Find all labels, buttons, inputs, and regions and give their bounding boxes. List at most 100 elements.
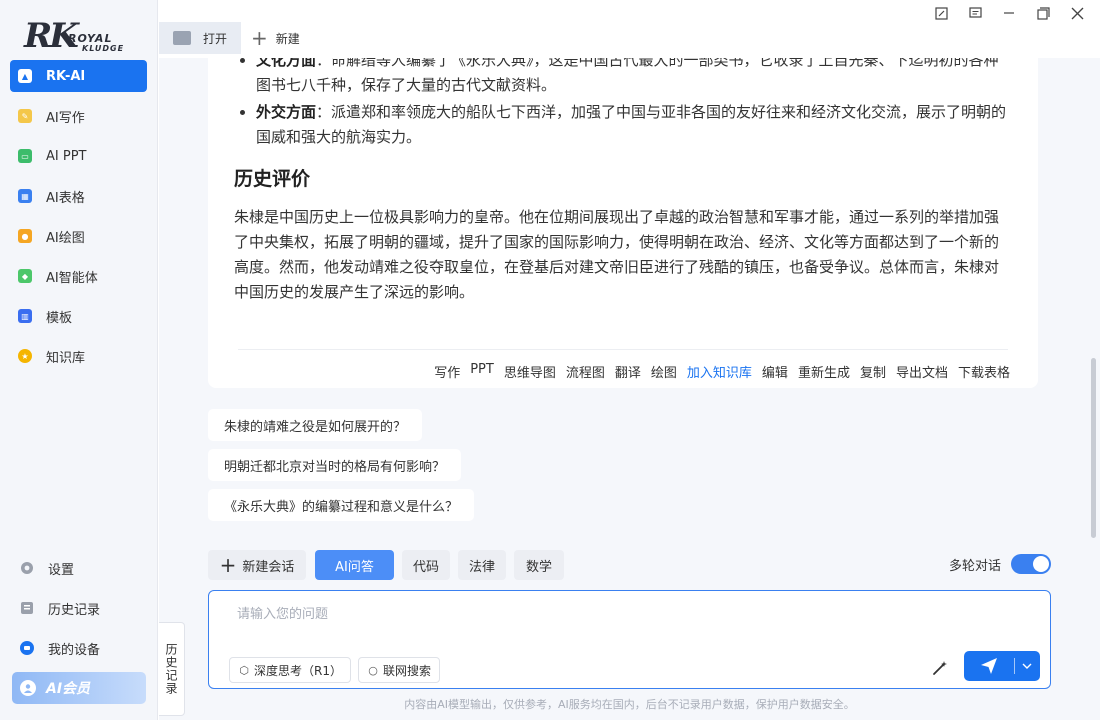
answer-card: 文化方面：命解缙等人编纂了《永乐大典》，这是中国古代最大的一部类书，它收录了上自… — [208, 58, 1038, 388]
sidebar-item-knowledge[interactable]: ★ 知识库 — [10, 340, 147, 372]
sidebar-item-template[interactable]: ▥ 模板 — [10, 300, 147, 332]
history-icon — [18, 599, 36, 617]
answer-actions: 写作 PPT 思维导图 流程图 翻译 绘图 加入知识库 编辑 重新生成 复制 导… — [424, 362, 1010, 381]
new-chat-button[interactable]: + 新建会话 — [208, 550, 306, 580]
mode-ai-qa-tab[interactable]: AI问答 — [315, 550, 394, 580]
action-ppt-button[interactable]: PPT — [470, 362, 494, 381]
sidebar-item-rk-ai[interactable]: ▲ RK-AI — [10, 60, 147, 92]
action-add-knowledge-button[interactable]: 加入知识库 — [687, 362, 752, 381]
question-input[interactable] — [237, 603, 917, 633]
table-icon: ▦ — [18, 189, 32, 203]
magic-wand-icon[interactable] — [929, 657, 951, 679]
mode-math-tab[interactable]: 数学 — [514, 550, 564, 580]
new-tab-button[interactable]: + 新建 — [251, 22, 300, 54]
sidebar-item-history[interactable]: 历史记录 — [10, 592, 147, 624]
action-copy-button[interactable]: 复制 — [860, 362, 886, 381]
agent-icon: ◆ — [18, 269, 32, 283]
answer-bullet-list: 文化方面：命解缙等人编纂了《永乐大典》，这是中国古代最大的一部类书，它收录了上自… — [234, 58, 1008, 150]
plus-icon: + — [251, 26, 268, 50]
search-icon: ○ — [368, 663, 378, 677]
main-content: 文化方面：命解缙等人编纂了《永乐大典》，这是中国古代最大的一部类书，它收录了上自… — [159, 58, 1100, 720]
section-title: 历史评价 — [234, 168, 311, 190]
sidebar-item-ai-write[interactable]: ✎ AI写作 — [10, 100, 147, 132]
history-side-tab[interactable]: 历史记录 — [159, 622, 185, 716]
sidebar-item-ai-paint[interactable]: ● AI绘图 — [10, 220, 147, 252]
paint-icon: ● — [18, 229, 32, 243]
sidebar-bottom-nav: 设置 历史记录 我的设备 — [10, 552, 147, 672]
sidebar-item-label: 我的设备 — [48, 642, 101, 658]
topbar: 打开 + 新建 — [159, 0, 1100, 58]
action-draw-button[interactable]: 绘图 — [651, 362, 677, 381]
gear-icon — [18, 559, 36, 577]
new-tab-label: 新建 — [275, 31, 300, 46]
send-button[interactable] — [964, 651, 1040, 681]
open-tab[interactable]: 打开 — [159, 22, 241, 54]
action-mindmap-button[interactable]: 思维导图 — [504, 362, 556, 381]
answer-divider — [238, 349, 1008, 350]
answer-paragraph: 朱棣是中国历史上一位极具影响力的皇帝。他在位期间展现出了卓越的政治智慧和军事才能… — [234, 208, 1000, 301]
royal-kludge-logo: RK ROYAL KLUDGE — [22, 14, 132, 58]
list-item: 外交方面：派遣郑和率领庞大的船队七下西洋，加强了中国与亚非各国的友好往来和经济文… — [256, 100, 1008, 150]
restore-icon[interactable] — [1026, 4, 1060, 22]
bullet-text: ：命解缙等人编纂了《永乐大典》，这是中国古代最大的一部类书，它收录了上自先秦、下… — [256, 58, 999, 94]
sidebar: RK ROYAL KLUDGE ▲ RK-AI ✎ AI写作 ▭ AI PPT … — [0, 0, 158, 720]
mode-law-tab[interactable]: 法律 — [458, 550, 506, 580]
mode-code-tab[interactable]: 代码 — [402, 550, 450, 580]
logo-line-2: KLUDGE — [82, 44, 125, 53]
sidebar-item-label: AI写作 — [46, 110, 85, 126]
feedback-icon[interactable] — [958, 4, 992, 22]
sidebar-item-settings[interactable]: 设置 — [10, 552, 147, 584]
action-regenerate-button[interactable]: 重新生成 — [798, 362, 850, 381]
action-edit-button[interactable]: 编辑 — [762, 362, 788, 381]
sidebar-item-label: RK-AI — [46, 68, 86, 84]
template-icon: ▥ — [18, 309, 32, 323]
member-avatar-icon — [20, 680, 36, 696]
chat-toolbar: + 新建会话 AI问答 代码 法律 数学 多轮对话 — [208, 550, 1051, 580]
footer-disclaimer: 内容由AI模型输出，仅供参考，AI服务均在国内，后台不记录用户数据，保护用户数据… — [404, 698, 855, 711]
deep-think-button[interactable]: ⬡ 深度思考（R1） — [229, 657, 351, 683]
close-icon[interactable] — [1060, 4, 1094, 22]
suggestion-item[interactable]: 朱棣的靖难之役是如何展开的？ — [208, 409, 423, 441]
suggestion-item[interactable]: 明朝迁都北京对当时的格局有何影响？ — [208, 449, 462, 481]
web-search-button[interactable]: ○ 联网搜索 — [358, 657, 441, 683]
sidebar-item-label: 历史记录 — [48, 602, 101, 618]
open-tab-label: 打开 — [203, 31, 228, 46]
action-export-doc-button[interactable]: 导出文档 — [896, 362, 948, 381]
window-controls — [924, 4, 1094, 22]
folder-icon — [173, 31, 191, 45]
plus-icon: + — [219, 553, 237, 577]
chevron-down-icon[interactable] — [1015, 663, 1039, 669]
sidebar-item-ai-ppt[interactable]: ▭ AI PPT — [10, 140, 147, 172]
minimize-icon[interactable] — [992, 4, 1026, 22]
sidebar-item-ai-agent[interactable]: ◆ AI智能体 — [10, 260, 147, 292]
action-flowchart-button[interactable]: 流程图 — [566, 362, 605, 381]
bullet-head: 外交方面 — [256, 103, 317, 121]
device-icon — [18, 639, 36, 657]
multi-turn-toggle[interactable] — [1011, 554, 1051, 574]
sidebar-item-label: 设置 — [48, 562, 75, 578]
member-label: AI会员 — [46, 681, 91, 697]
new-chat-label: 新建会话 — [242, 559, 295, 575]
scrollbar[interactable] — [1091, 358, 1096, 538]
action-translate-button[interactable]: 翻译 — [615, 362, 641, 381]
multi-turn-setting: 多轮对话 — [949, 554, 1051, 574]
rk-ai-icon: ▲ — [18, 69, 32, 83]
sidebar-item-ai-table[interactable]: ▦ AI表格 — [10, 180, 147, 212]
edit-window-icon[interactable] — [924, 4, 958, 22]
bullet-text: ：派遣郑和率领庞大的船队七下西洋，加强了中国与亚非各国的友好往来和经济文化交流，… — [256, 103, 1007, 146]
sidebar-item-label: 模板 — [46, 310, 73, 326]
sidebar-item-label: AI智能体 — [46, 270, 98, 286]
suggestion-item[interactable]: 《永乐大典》的编纂过程和意义是什么？ — [208, 489, 475, 521]
sidebar-nav: ▲ RK-AI ✎ AI写作 ▭ AI PPT ▦ AI表格 ● AI绘图 ◆ … — [10, 60, 147, 380]
multi-turn-label: 多轮对话 — [948, 558, 1001, 574]
question-input-box: ⬡ 深度思考（R1） ○ 联网搜索 — [208, 590, 1051, 689]
sidebar-item-label: AI绘图 — [46, 230, 85, 246]
action-write-button[interactable]: 写作 — [434, 362, 460, 381]
list-item: 文化方面：命解缙等人编纂了《永乐大典》，这是中国古代最大的一部类书，它收录了上自… — [256, 58, 1008, 98]
bullet-head: 文化方面 — [256, 58, 317, 69]
ai-member-button[interactable]: AI会员 — [12, 672, 146, 704]
action-download-table-button[interactable]: 下载表格 — [958, 362, 1010, 381]
deep-think-label: 深度思考（R1） — [254, 663, 342, 678]
sidebar-item-device[interactable]: 我的设备 — [10, 632, 147, 664]
write-icon: ✎ — [18, 109, 32, 123]
